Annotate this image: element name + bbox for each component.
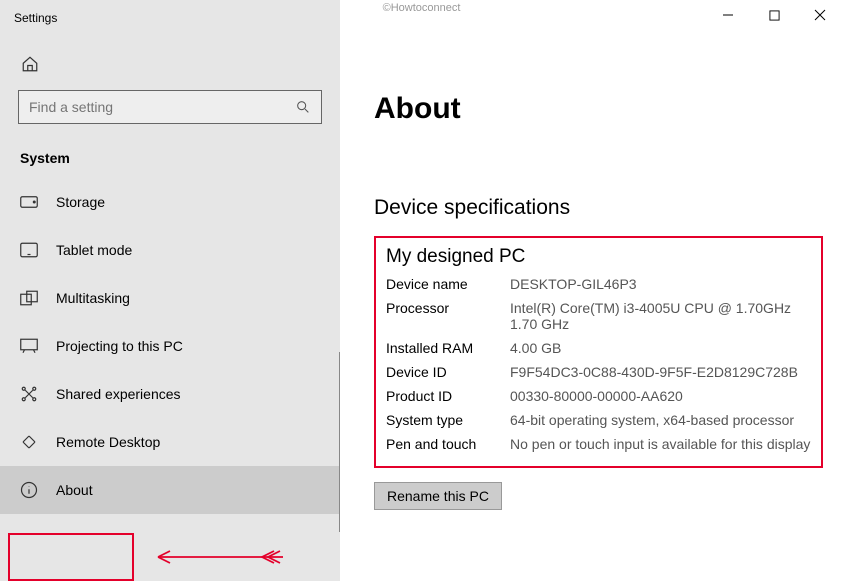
rename-pc-button[interactable]: Rename this PC	[374, 482, 502, 510]
search-icon	[295, 99, 311, 115]
maximize-button[interactable]	[751, 0, 797, 30]
section-heading: Device specifications	[374, 196, 823, 220]
spec-value: Intel(R) Core(TM) i3-4005U CPU @ 1.70GHz…	[510, 300, 811, 332]
projecting-icon	[20, 337, 38, 355]
sidebar-item-label: Tablet mode	[56, 242, 132, 258]
maximize-icon	[769, 10, 780, 21]
category-label: System	[0, 142, 340, 178]
sidebar-item-label: About	[56, 482, 93, 498]
multitasking-icon	[20, 289, 38, 307]
main-content: About Device specifications My designed …	[340, 0, 843, 581]
spec-row-ram: Installed RAM 4.00 GB	[386, 336, 811, 360]
spec-value: 00330-80000-00000-AA620	[510, 388, 811, 404]
sidebar-item-projecting[interactable]: Projecting to this PC	[0, 322, 340, 370]
sidebar-item-storage[interactable]: Storage	[0, 178, 340, 226]
spec-value: 64-bit operating system, x64-based proce…	[510, 412, 811, 428]
close-button[interactable]	[797, 0, 843, 30]
search-input-container[interactable]	[18, 90, 322, 124]
home-icon	[21, 55, 39, 73]
pc-display-name: My designed PC	[386, 246, 811, 268]
window-title: Settings	[0, 0, 340, 36]
sidebar-item-shared-experiences[interactable]: Shared experiences	[0, 370, 340, 418]
spec-label: Pen and touch	[386, 436, 510, 452]
page-title: About	[374, 92, 823, 126]
search-input[interactable]	[29, 99, 295, 115]
close-icon	[814, 9, 826, 21]
sidebar-item-label: Shared experiences	[56, 386, 181, 402]
shared-icon	[20, 385, 38, 403]
tablet-icon	[20, 241, 38, 259]
spec-label: Installed RAM	[386, 340, 510, 356]
spec-value: F9F54DC3-0C88-430D-9F5F-E2D8129C728B	[510, 364, 811, 380]
spec-label: Device ID	[386, 364, 510, 380]
spec-value: DESKTOP-GIL46P3	[510, 276, 811, 292]
sidebar-item-label: Multitasking	[56, 290, 130, 306]
sidebar-item-tablet-mode[interactable]: Tablet mode	[0, 226, 340, 274]
minimize-icon	[722, 9, 734, 21]
nav-list: Storage Tablet mode Multitasking	[0, 178, 340, 581]
sidebar-item-about[interactable]: About	[0, 466, 340, 514]
watermark-text: ©Howtoconnect	[383, 2, 461, 14]
spec-row-device-id: Device ID F9F54DC3-0C88-430D-9F5F-E2D812…	[386, 360, 811, 384]
spec-row-processor: Processor Intel(R) Core(TM) i3-4005U CPU…	[386, 296, 811, 336]
spec-row-device-name: Device name DESKTOP-GIL46P3	[386, 272, 811, 296]
sidebar-item-label: Remote Desktop	[56, 434, 160, 450]
spec-value: 4.00 GB	[510, 340, 811, 356]
sidebar-item-label: Projecting to this PC	[56, 338, 183, 354]
sidebar-item-label: Storage	[56, 194, 105, 210]
settings-window: Settings System	[0, 0, 843, 581]
spec-label: Processor	[386, 300, 510, 332]
annotation-highlight-box	[8, 533, 134, 581]
spec-label: Product ID	[386, 388, 510, 404]
spec-row-product-id: Product ID 00330-80000-00000-AA620	[386, 384, 811, 408]
sidebar: Settings System	[0, 0, 340, 581]
spec-label: System type	[386, 412, 510, 428]
home-button[interactable]	[18, 52, 42, 76]
minimize-button[interactable]	[705, 0, 751, 30]
sidebar-item-multitasking[interactable]: Multitasking	[0, 274, 340, 322]
spec-value: No pen or touch input is available for t…	[510, 436, 811, 452]
spec-label: Device name	[386, 276, 510, 292]
spec-row-system-type: System type 64-bit operating system, x64…	[386, 408, 811, 432]
device-spec-box: My designed PC Device name DESKTOP-GIL46…	[374, 236, 823, 468]
window-controls	[705, 0, 843, 30]
storage-icon	[20, 193, 38, 211]
about-icon	[20, 481, 38, 499]
annotation-arrow	[148, 547, 288, 567]
sidebar-item-remote-desktop[interactable]: Remote Desktop	[0, 418, 340, 466]
spec-row-pen-touch: Pen and touch No pen or touch input is a…	[386, 432, 811, 456]
remote-desktop-icon	[20, 433, 38, 451]
